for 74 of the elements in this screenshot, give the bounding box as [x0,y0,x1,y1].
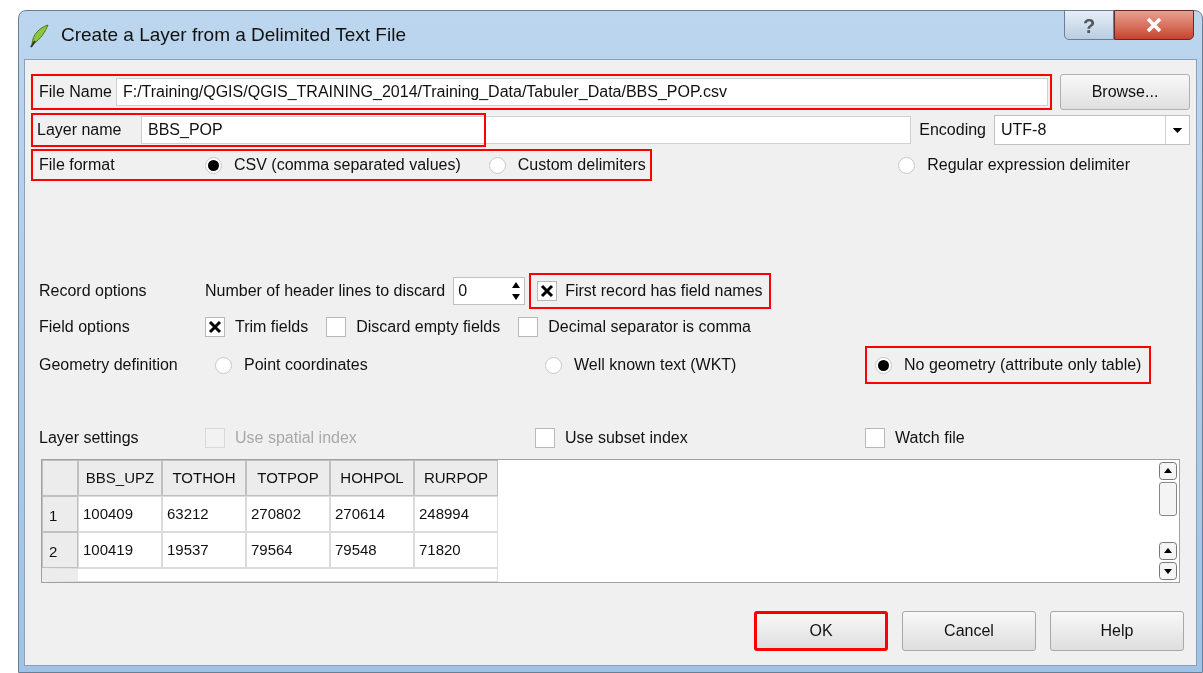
checkbox[interactable] [326,317,347,337]
record-options-label: Record options [38,281,148,301]
table-cell: 270614 [330,496,414,532]
column-header[interactable]: HOHPOL [330,460,414,496]
header-lines-spinbox[interactable]: 0 [453,277,526,305]
encoding-dropdown[interactable]: UTF-8 [994,115,1190,145]
close-icon [1145,17,1163,33]
layer-settings-label: Layer settings [38,428,140,448]
table-cell: 19537 [162,532,246,568]
encoding-label: Encoding [919,120,986,140]
window-title: Create a Layer from a Delimited Text File [61,22,406,47]
format-option-label: CSV (comma separated values) [234,155,461,175]
close-button[interactable] [1114,10,1194,40]
file-format-label: File format [38,155,116,175]
geometry-option[interactable]: Well known text (WKT) [535,346,865,384]
scroll-down-icon[interactable] [1159,562,1177,580]
dialog-button[interactable]: OK [754,611,888,651]
column-header[interactable]: RURPOP [414,460,498,496]
table-cell: 63212 [162,496,246,532]
radio-button[interactable] [215,356,232,374]
first-record-label: First record has field names [565,281,763,301]
radio-button[interactable] [875,356,892,374]
radio-button[interactable] [898,156,916,174]
layer-name-field[interactable]: BBS_POP [141,116,912,144]
geometry-option[interactable]: No geometry (attribute only table) [865,346,1152,384]
help-button[interactable]: ? [1064,10,1114,40]
geometry-label: Geometry definition [38,355,179,375]
radio-button[interactable] [488,156,506,174]
layer-setting-label: Use subset index [565,428,688,448]
scrollbar[interactable] [1157,460,1179,582]
header-lines-label: Number of header lines to discard [205,281,446,301]
file-name-field[interactable]: F:/Training/QGIS/QGIS_TRAINING_2014/Training_Data/Tabuler_Data/BBS_POP.csv [115,78,1048,106]
checkbox[interactable] [865,428,885,448]
scroll-thumb[interactable] [1159,482,1177,516]
layer-setting-label: Use spatial index [235,428,357,448]
geometry-option-label: Point coordinates [244,355,368,375]
column-header[interactable]: TOTPOP [246,460,330,496]
scroll-up-icon[interactable] [1159,462,1177,480]
table-cell: 270802 [246,496,330,532]
field-options-label: Field options [38,317,131,337]
format-option-label: Regular expression delimiter [927,155,1130,175]
geometry-option-label: No geometry (attribute only table) [904,355,1142,375]
checkbox[interactable] [205,317,225,337]
column-header[interactable]: TOTHOH [162,460,246,496]
dialog-button[interactable]: Cancel [902,611,1036,651]
layer-setting-label: Watch file [895,428,965,448]
dialog-button[interactable]: Help [1050,611,1184,651]
row-header[interactable]: 1 [42,496,78,532]
radio-button[interactable] [205,156,222,174]
table-cell: 248994 [414,496,498,532]
field-option-label: Decimal separator is comma [548,317,751,337]
table-cell: 100409 [78,496,162,532]
scroll-up-icon[interactable] [1159,542,1177,560]
column-header[interactable]: BBS_UPZ [78,460,162,496]
table-cell: 71820 [414,532,498,568]
browse-button[interactable]: Browse... [1060,74,1190,110]
geometry-option-label: Well known text (WKT) [574,355,737,375]
layer-name-label: Layer name [36,120,123,140]
table-cell: 79564 [246,532,330,568]
field-option-label: Trim fields [235,317,309,337]
table-cell: 79548 [330,532,414,568]
table-cell: 100419 [78,532,162,568]
row-header[interactable]: 2 [42,532,78,568]
pencil-leaf-icon [29,22,51,48]
checkbox[interactable] [535,428,555,448]
geometry-option[interactable]: Point coordinates [205,346,535,384]
checkbox[interactable] [537,281,558,301]
format-option-label: Custom delimiters [517,155,646,175]
format-option[interactable]: Regular expression delimiter [898,153,1130,177]
corner-header [42,460,78,496]
radio-button[interactable] [545,356,562,374]
file-name-label: File Name [38,82,113,102]
field-option-label: Discard empty fields [356,317,501,337]
checkbox[interactable] [518,317,539,337]
